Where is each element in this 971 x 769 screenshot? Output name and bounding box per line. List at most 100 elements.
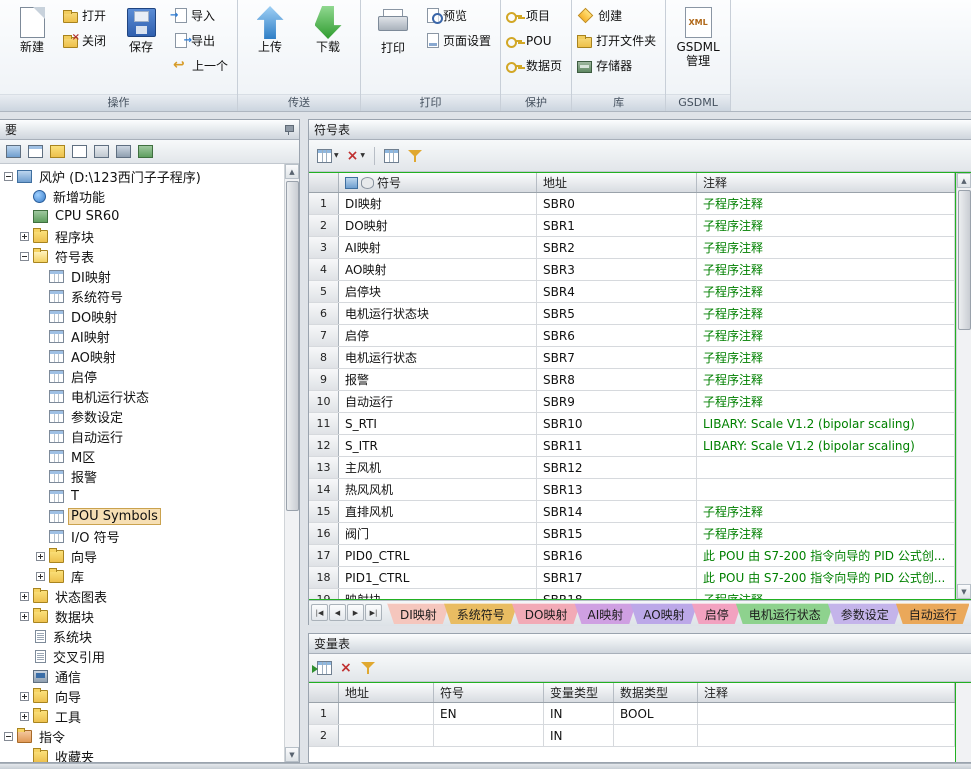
upload-button[interactable]: 上传 — [241, 3, 299, 58]
address-column-header[interactable]: 地址 — [537, 173, 697, 192]
protect-data-page-button[interactable]: 数据页 — [504, 53, 568, 78]
symbol-table-row[interactable]: 2DO映射SBR1子程序注释 — [309, 215, 955, 237]
symbol-table-row[interactable]: 5启停块SBR4子程序注释 — [309, 281, 955, 303]
preview-button[interactable]: 预览 — [422, 3, 497, 28]
comment-cell[interactable] — [698, 725, 955, 746]
tree-scrollbar[interactable]: ▲ ▼ — [284, 164, 299, 762]
comment-cell[interactable]: 子程序注释 — [697, 523, 955, 544]
symbol-table-row[interactable]: 19映射块SBR18子程序注释 — [309, 589, 955, 599]
data-type-cell[interactable] — [614, 725, 698, 746]
address-cell[interactable]: SBR3 — [537, 259, 697, 280]
symbol-cell[interactable]: 启停 — [339, 325, 537, 346]
export-button[interactable]: 导出 — [170, 28, 234, 53]
symbol-cell[interactable]: 启停块 — [339, 281, 537, 302]
status-chart-nav-button[interactable] — [48, 143, 67, 160]
new-button[interactable]: 新建 — [3, 3, 61, 58]
comment-cell[interactable]: 子程序注释 — [697, 259, 955, 280]
tree-item-status-chart[interactable]: 状态图表 — [0, 586, 284, 606]
data-block-nav-button[interactable] — [70, 143, 89, 160]
symbol-cell[interactable]: PID1_CTRL — [339, 567, 537, 588]
address-cell[interactable]: SBR8 — [537, 369, 697, 390]
scroll-up-icon[interactable]: ▲ — [957, 173, 971, 188]
tree-item-io-symbols[interactable]: I/O 符号 — [0, 526, 284, 546]
sheet-tab-8[interactable]: 自动运行 — [896, 603, 969, 624]
sheet-tab-4[interactable]: AO映射 — [630, 603, 697, 624]
tree-item-cpu[interactable]: CPU SR60 — [0, 206, 284, 226]
symbol-table-row[interactable]: 6电机运行状态块SBR5子程序注释 — [309, 303, 955, 325]
filter-button[interactable] — [404, 147, 426, 165]
comment-cell[interactable]: LIBARY: Scale V1.2 (bipolar scaling) — [697, 435, 955, 456]
comment-cell[interactable]: 子程序注释 — [697, 589, 955, 599]
comment-cell[interactable]: 子程序注释 — [697, 501, 955, 522]
last-tab-button[interactable]: ▶| — [365, 604, 382, 621]
comment-cell[interactable]: 此 POU 由 S7-200 指令向导的 PID 公式创... — [697, 567, 955, 588]
tree-item-wizard-symbols[interactable]: 向导 — [0, 546, 284, 566]
address-cell[interactable]: SBR16 — [537, 545, 697, 566]
comment-cell[interactable]: 此 POU 由 S7-200 指令向导的 PID 公式创... — [697, 545, 955, 566]
symbol-table-row[interactable]: 14热风风机SBR13 — [309, 479, 955, 501]
symbol-table-scrollbar[interactable]: ▲ ▼ — [956, 173, 971, 599]
symbol-table-row[interactable]: 11S_RTISBR10LIBARY: Scale V1.2 (bipolar … — [309, 413, 955, 435]
symbol-cell[interactable]: 报警 — [339, 369, 537, 390]
address-cell[interactable]: SBR1 — [537, 215, 697, 236]
expand-icon[interactable] — [20, 712, 29, 721]
address-cell[interactable]: SBR5 — [537, 303, 697, 324]
variable-table-row[interactable]: 1ENINBOOL — [309, 703, 955, 725]
address-column-header[interactable]: 地址 — [339, 683, 434, 702]
symbol-cell[interactable]: 直排风机 — [339, 501, 537, 522]
symbol-cell[interactable]: AO映射 — [339, 259, 537, 280]
symbol-table-row[interactable]: 7启停SBR6子程序注释 — [309, 325, 955, 347]
symbol-table-row[interactable]: 18PID1_CTRLSBR17此 POU 由 S7-200 指令向导的 PID… — [309, 567, 955, 589]
var-type-cell[interactable]: IN — [544, 703, 614, 724]
tree-item-data-block[interactable]: 数据块 — [0, 606, 284, 626]
tree-item-t[interactable]: T — [0, 486, 284, 506]
sheet-tab-1[interactable]: 系统符号 — [444, 603, 518, 624]
tree-item-symbol-table[interactable]: 符号表 — [0, 246, 284, 266]
var-type-column-header[interactable]: 变量类型 — [544, 683, 614, 702]
scroll-up-icon[interactable]: ▲ — [285, 164, 299, 179]
tree-item-communication[interactable]: 通信 — [0, 666, 284, 686]
lib-memory-button[interactable]: 存储器 — [575, 53, 662, 78]
insert-variable-row-button[interactable] — [314, 659, 335, 677]
tree-scroll-thumb[interactable] — [286, 181, 299, 511]
symbol-table-row[interactable]: 3AI映射SBR2子程序注释 — [309, 237, 955, 259]
comment-column-header[interactable]: 注释 — [697, 173, 955, 192]
tree-item-program-block[interactable]: 程序块 — [0, 226, 284, 246]
print-button[interactable]: 打印 — [364, 3, 422, 59]
comment-cell[interactable]: 子程序注释 — [697, 347, 955, 368]
symbol-column-header[interactable]: 符号 — [434, 683, 544, 702]
tree-item-motor-run-status[interactable]: 电机运行状态 — [0, 386, 284, 406]
download-button[interactable]: 下载 — [299, 3, 357, 58]
address-cell[interactable]: SBR4 — [537, 281, 697, 302]
symbol-cell[interactable]: S_RTI — [339, 413, 537, 434]
symbol-table-row[interactable]: 4AO映射SBR3子程序注释 — [309, 259, 955, 281]
close-button[interactable]: 关闭 — [61, 28, 112, 53]
address-cell[interactable]: SBR6 — [537, 325, 697, 346]
symbol-table-nav-button[interactable] — [26, 143, 45, 160]
address-cell[interactable]: SBR14 — [537, 501, 697, 522]
tree-item-start-stop[interactable]: 启停 — [0, 366, 284, 386]
system-block-nav-button[interactable] — [92, 143, 111, 160]
scroll-down-icon[interactable]: ▼ — [285, 747, 299, 762]
address-cell[interactable]: SBR12 — [537, 457, 697, 478]
symbol-table-row[interactable]: 15直排风机SBR14子程序注释 — [309, 501, 955, 523]
comment-cell[interactable]: LIBARY: Scale V1.2 (bipolar scaling) — [697, 413, 955, 434]
sheet-tab-5[interactable]: 启停 — [692, 603, 742, 624]
symbol-cell[interactable]: EN — [434, 703, 544, 724]
sheet-tab-3[interactable]: AI映射 — [574, 603, 636, 624]
address-cell[interactable]: SBR10 — [537, 413, 697, 434]
tree-item-di-mapping[interactable]: DI映射 — [0, 266, 284, 286]
symbol-cell[interactable]: S_ITR — [339, 435, 537, 456]
comment-column-header[interactable]: 注释 — [698, 683, 955, 702]
var-type-cell[interactable]: IN — [544, 725, 614, 746]
tree-item-auto-run[interactable]: 自动运行 — [0, 426, 284, 446]
address-cell[interactable]: SBR15 — [537, 523, 697, 544]
symbol-table-row[interactable]: 16阀门SBR15子程序注释 — [309, 523, 955, 545]
symbol-cell[interactable]: 自动运行 — [339, 391, 537, 412]
sheet-tab-6[interactable]: 电机运行状态 — [736, 603, 834, 624]
lib-create-button[interactable]: 创建 — [575, 3, 662, 28]
symbol-cell[interactable]: DO映射 — [339, 215, 537, 236]
sheet-tab-7[interactable]: 参数设定 — [828, 603, 902, 624]
symbol-cell[interactable]: 电机运行状态 — [339, 347, 537, 368]
delete-variable-row-button[interactable]: × — [337, 659, 355, 677]
